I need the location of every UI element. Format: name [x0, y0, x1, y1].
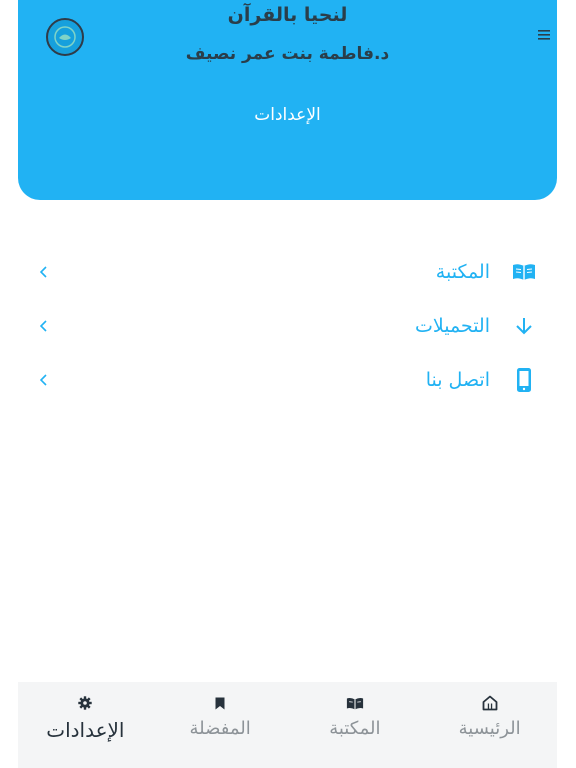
hamburger-menu-button[interactable]: [536, 28, 552, 42]
app-subtitle: د.فاطمة بنت عمر نصيف: [185, 44, 390, 64]
download-arrow-icon: [512, 314, 536, 338]
menu-item-downloads[interactable]: التحميلات: [0, 299, 576, 353]
nav-label: المكتبة: [329, 718, 381, 739]
book-open-icon: [346, 694, 364, 712]
app-title: لنحيا بالقرآن: [227, 4, 348, 26]
menu-item-contact[interactable]: اتصل بنا: [0, 353, 576, 407]
book-open-icon: [512, 260, 536, 284]
nav-tab-favorites[interactable]: المفضلة: [153, 682, 288, 768]
menu-item-label: اتصل بنا: [425, 369, 490, 391]
settings-menu: المكتبة التحميلات اتصل بنا: [0, 245, 576, 407]
phone-icon: [512, 368, 536, 392]
chevron-left-icon: [38, 265, 50, 279]
nav-tab-home[interactable]: الرئيسية: [422, 682, 557, 768]
menu-item-library[interactable]: المكتبة: [0, 245, 576, 299]
gear-icon: [76, 694, 94, 712]
menu-item-label: التحميلات: [414, 315, 490, 337]
home-icon: [481, 694, 499, 712]
bookmark-icon: [211, 694, 229, 712]
nav-label: الرئيسية: [458, 718, 521, 739]
chevron-left-icon: [38, 373, 50, 387]
hamburger-icon: [538, 30, 550, 40]
nav-tab-settings[interactable]: الإعدادات: [18, 682, 153, 768]
bottom-navigation: الإعدادات المفضلة المكتبة الرئيسية: [18, 682, 557, 768]
nav-tab-library[interactable]: المكتبة: [288, 682, 423, 768]
header-banner: لنحيا بالقرآن د.فاطمة بنت عمر نصيف الإعد…: [18, 0, 557, 200]
nav-label: المفضلة: [189, 718, 251, 739]
menu-item-label: المكتبة: [435, 261, 490, 283]
nav-label: الإعدادات: [46, 718, 125, 742]
chevron-left-icon: [38, 319, 50, 333]
page-title: الإعدادات: [254, 105, 321, 125]
